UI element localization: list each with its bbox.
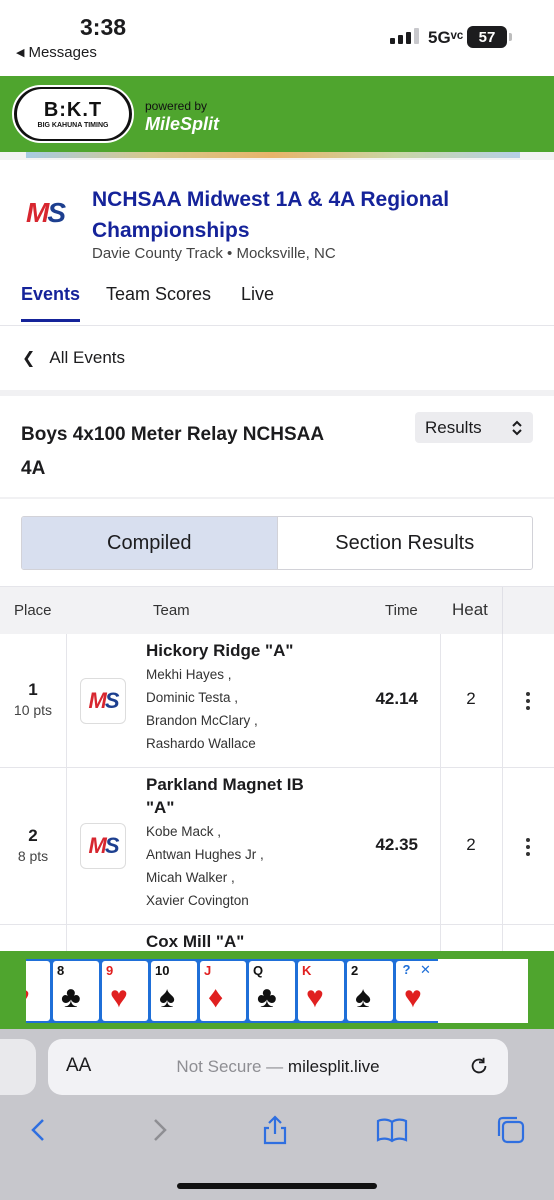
cellular-signal-icon: [390, 28, 419, 44]
network-type: 5Gᵛᶜ: [428, 28, 464, 47]
table-row[interactable]: 1 10 pts MS Hickory Ridge "A" Mekhi Haye…: [0, 634, 554, 768]
back-triangle-icon: ◀: [16, 47, 25, 59]
place-number: 1: [28, 680, 38, 699]
view-select-value: Results: [425, 417, 482, 437]
result-heat: 2: [466, 689, 476, 708]
athlete-list: Kobe Mack , Antwan Hughes Jr , Micah Wal…: [146, 820, 264, 912]
place-cell: 1 10 pts: [0, 680, 66, 718]
chevron-left-icon: ❮: [22, 350, 36, 367]
playing-card: 10 ♠: [151, 961, 197, 1021]
address-bar[interactable]: AA Not Secure — milesplit.live: [48, 1039, 508, 1095]
tab-team-scores[interactable]: Team Scores: [106, 284, 211, 319]
playing-card: 9 ♥: [102, 961, 148, 1021]
place-number: 2: [28, 826, 38, 845]
all-events-link[interactable]: ❮ All Events: [0, 326, 554, 390]
header-place: Place: [14, 602, 52, 619]
bkt-logo-mark: B:K.T: [43, 99, 103, 121]
divider: [0, 390, 554, 396]
security-label: Not Secure —: [176, 1057, 288, 1076]
playing-card: Q ♣: [249, 961, 295, 1021]
tab-events[interactable]: Events: [21, 284, 81, 322]
athlete-name[interactable]: Mekhi Hayes ,: [146, 663, 258, 686]
result-time: 42.35: [375, 835, 418, 854]
banner-strip: [0, 152, 554, 160]
playing-card: 8 ♣: [53, 961, 99, 1021]
powered-by: powered by MileSplit: [145, 99, 219, 135]
result-time: 42.14: [375, 689, 418, 708]
url-domain: milesplit.live: [287, 1057, 380, 1076]
team-name[interactable]: Hickory Ridge "A": [146, 639, 346, 662]
playing-card: K ♥: [298, 961, 344, 1021]
back-app-label: Messages: [28, 44, 97, 61]
playing-card: 2 ♠: [347, 961, 393, 1021]
place-points: 8 pts: [17, 848, 49, 864]
reload-icon[interactable]: [468, 1055, 490, 1077]
back-icon[interactable]: [22, 1113, 56, 1147]
ad-close-icon[interactable]: ✕: [417, 961, 434, 978]
results-toggle: Compiled Section Results: [21, 516, 533, 570]
athlete-name[interactable]: Micah Walker ,: [146, 866, 264, 889]
bkt-logo-sub: BIG KAHUNA TIMING: [37, 122, 109, 129]
previous-tab[interactable]: [0, 1039, 36, 1095]
view-select[interactable]: Results: [415, 412, 533, 443]
sponsor-banner[interactable]: B:K.T BIG KAHUNA TIMING: [0, 76, 554, 152]
status-bar: 3:38 ◀ Messages 5Gᵛᶜ 57: [0, 0, 554, 76]
status-time: 3:38: [80, 14, 127, 40]
athlete-name[interactable]: Brandon McClary ,: [146, 709, 258, 732]
athlete-name[interactable]: Xavier Covington: [146, 889, 264, 912]
results-table-header: Place Team Time Heat: [0, 586, 554, 635]
bookmarks-icon[interactable]: [375, 1113, 409, 1147]
meet-title[interactable]: NCHSAA Midwest 1A & 4A Regional Champion…: [92, 184, 532, 246]
tabs-icon[interactable]: [494, 1113, 528, 1147]
athlete-name[interactable]: Dominic Testa ,: [146, 686, 258, 709]
header-team: Team: [153, 602, 190, 619]
team-name[interactable]: Cox Mill "A": [146, 930, 346, 953]
team-name[interactable]: Parkland Magnet IB "A": [146, 773, 306, 819]
more-options-icon[interactable]: [520, 838, 536, 856]
header-heat: Heat: [452, 600, 488, 619]
team-logo: MS: [80, 823, 126, 869]
home-indicator: [177, 1183, 377, 1189]
milesplit-brand: MileSplit: [145, 114, 220, 134]
athlete-name[interactable]: Kobe Mack ,: [146, 820, 264, 843]
meet-tabs: Events Team Scores Live: [0, 280, 554, 326]
url-display[interactable]: Not Secure — milesplit.live: [48, 1057, 508, 1077]
milesplit-logo: MS: [26, 197, 66, 228]
event-title: Boys 4x100 Meter Relay NCHSAA 4A: [21, 424, 324, 479]
header-time: Time: [385, 602, 418, 619]
all-events-label: All Events: [49, 348, 125, 367]
more-options-icon[interactable]: [520, 692, 536, 710]
share-icon[interactable]: [258, 1113, 292, 1147]
browser-url-area: AA Not Secure — milesplit.live: [0, 1029, 554, 1103]
result-heat: 2: [466, 835, 476, 854]
athlete-name[interactable]: Rashardo Wallace: [146, 732, 258, 755]
powered-by-label: powered by: [145, 99, 208, 113]
ad-banner[interactable]: ♥8♣9♥10♠J♦Q♣K♥2♠♥ ? ✕: [0, 951, 554, 1029]
forward-icon[interactable]: [142, 1113, 176, 1147]
athlete-name[interactable]: Antwan Hughes Jr ,: [146, 843, 264, 866]
section-results-button[interactable]: Section Results: [278, 517, 533, 569]
tab-live[interactable]: Live: [241, 284, 274, 319]
divider: [0, 497, 554, 499]
playing-card: ♥: [26, 961, 50, 1021]
place-points: 10 pts: [13, 702, 53, 718]
team-logo: MS: [80, 678, 126, 724]
place-cell: 2 8 pts: [0, 826, 66, 864]
table-row[interactable]: 2 8 pts MS Parkland Magnet IB "A" Kobe M…: [0, 768, 554, 925]
ad-playing-cards: ♥8♣9♥10♠J♦Q♣K♥2♠♥: [26, 959, 438, 1023]
playing-card: J ♦: [200, 961, 246, 1021]
ad-info-icon[interactable]: ?: [398, 961, 415, 978]
back-to-messages[interactable]: ◀ Messages: [16, 44, 97, 61]
battery-level: 57: [478, 28, 496, 46]
chevron-updown-icon: [512, 420, 522, 435]
athlete-list: Mekhi Hayes , Dominic Testa , Brandon Mc…: [146, 663, 258, 755]
meet-location: Davie County Track • Mocksville, NC: [92, 245, 336, 262]
bkt-logo: B:K.T BIG KAHUNA TIMING: [12, 85, 134, 143]
battery-icon: 57: [467, 26, 512, 48]
compiled-button[interactable]: Compiled: [22, 517, 278, 569]
